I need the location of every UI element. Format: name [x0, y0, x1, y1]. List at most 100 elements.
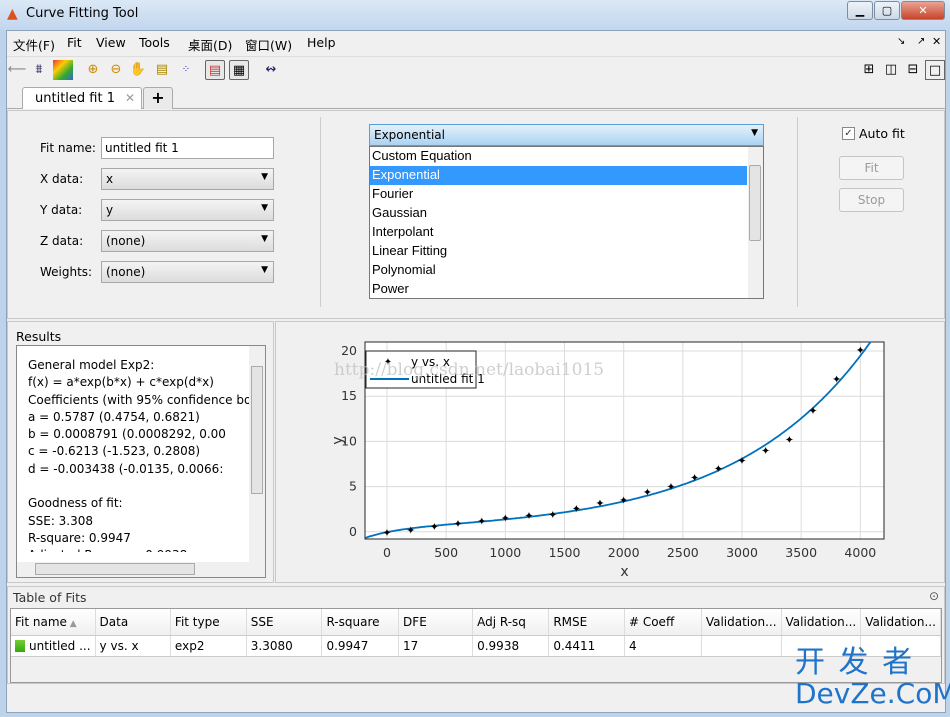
column-header[interactable]: Fit type [170, 609, 247, 636]
data-cursor-add-icon[interactable]: ▤ [152, 60, 172, 80]
results-textbox[interactable]: General model Exp2: f(x) = a*exp(b*x) + … [16, 345, 266, 578]
minimize-button[interactable]: ▁ [847, 1, 873, 20]
menu-desktop[interactable]: 桌面(D) [188, 35, 232, 54]
logo-line2: DevZe.CoM [795, 677, 950, 710]
scrollbar-thumb[interactable] [35, 563, 195, 575]
layout-2x2-icon[interactable]: ⊞ [859, 60, 879, 80]
data-point: ✦ [406, 524, 415, 537]
fit-name-input[interactable]: untitled fit 1 [101, 137, 274, 159]
column-header[interactable]: R-square [321, 609, 400, 636]
fit-plot[interactable]: 0 500 1000 1500 2000 2500 3000 3500 400005101520… [276, 322, 946, 584]
column-header-label: Adj R-sq [477, 614, 526, 629]
column-header[interactable]: Validation... [701, 609, 782, 636]
layout-horizontal-icon[interactable]: ⊟ [903, 60, 923, 80]
legend-icon[interactable]: ▤ [205, 60, 225, 80]
weights-label: Weights: [40, 265, 93, 279]
data-point: ✦ [548, 509, 557, 522]
data-cursor-icon[interactable]: ⟵ [7, 60, 27, 80]
column-header[interactable]: Fit name ▲ [11, 609, 96, 636]
cell-value: 0.4411 [553, 638, 596, 653]
auto-fit-checkbox[interactable]: ✓ [842, 127, 855, 140]
column-header[interactable]: Validation... [781, 609, 862, 636]
table-cell: y vs. x [95, 635, 171, 657]
weights-select[interactable]: (none) ▼ [101, 261, 274, 283]
tab-untitled-fit-1[interactable]: untitled fit 1 ✕ [22, 87, 142, 109]
divider [797, 117, 798, 307]
pan-icon[interactable]: ✋ [128, 60, 148, 80]
data-point: ✦ [595, 497, 604, 510]
exclusion-icon[interactable]: ⁘ [176, 60, 196, 80]
fit-settings-panel: Fit name: untitled fit 1 X data: x ▼ Y da… [7, 110, 945, 319]
x-tick-label: 4000 [844, 545, 876, 560]
data-point: ✦ [382, 527, 391, 540]
maximize-button[interactable]: ▢ [874, 1, 900, 20]
fit-type-option[interactable]: Fourier [370, 185, 747, 204]
panel-menu-icon[interactable]: ⊙ [929, 589, 939, 603]
results-panel: Results General model Exp2: f(x) = a*exp… [7, 321, 274, 583]
close-doc-icon[interactable]: ✕ [932, 35, 941, 48]
list-scrollbar[interactable] [748, 147, 763, 298]
zoom-out-icon[interactable]: ⊖ [106, 60, 126, 80]
menu-file[interactable]: 文件(F) [13, 35, 55, 54]
dock-icon[interactable]: ↗ [917, 36, 925, 47]
vertical-scrollbar[interactable] [249, 346, 265, 562]
add-tab-button[interactable]: + [143, 87, 173, 109]
table-cell: 0.9947 [321, 635, 400, 657]
column-header[interactable]: Validation... [860, 609, 941, 636]
zoom-in-icon[interactable]: ⊕ [83, 60, 103, 80]
menu-tools[interactable]: Tools [139, 35, 170, 50]
stop-button[interactable]: Stop [839, 188, 904, 212]
grid-icon[interactable]: ▦ [229, 60, 249, 80]
results-line [28, 479, 250, 496]
cell-value: 17 [403, 638, 419, 653]
title-bar: ▲ Curve Fitting Tool ▁ ▢ ✕ [0, 0, 950, 30]
close-button[interactable]: ✕ [901, 1, 945, 20]
fit-type-option[interactable]: Exponential [370, 166, 747, 185]
column-header[interactable]: DFE [398, 609, 474, 636]
horizontal-scrollbar[interactable] [17, 562, 265, 577]
fit-button[interactable]: Fit [839, 156, 904, 180]
x-data-label: X data: [40, 172, 84, 186]
cell-value: 0.9938 [477, 638, 520, 653]
column-header[interactable]: SSE [246, 609, 323, 636]
fit-type-select[interactable]: Exponential ▼ [369, 124, 764, 146]
data-point: ✦ [785, 434, 794, 447]
z-data-select[interactable]: (none) ▼ [101, 230, 274, 252]
column-header-label: Validation... [865, 614, 936, 629]
column-header[interactable]: Adj R-sq [472, 609, 550, 636]
cell-value: 4 [628, 638, 637, 653]
column-header[interactable]: # Coeff [624, 609, 702, 636]
fit-type-option[interactable]: Polynomial [370, 261, 747, 280]
fit-type-option[interactable]: Interpolant [370, 223, 747, 242]
scrollbar-thumb[interactable] [749, 165, 761, 241]
table-title: Table of Fits [13, 590, 87, 605]
scrollbar-thumb[interactable] [251, 366, 263, 494]
table-cell: 0.9938 [472, 635, 550, 657]
layout-single-icon[interactable]: □ [925, 60, 945, 80]
column-header[interactable]: RMSE [548, 609, 625, 636]
layout-vertical-icon[interactable]: ◫ [881, 60, 901, 80]
fit-type-option[interactable]: Power [370, 280, 747, 299]
menu-window[interactable]: 窗口(W) [245, 35, 292, 54]
cell-value: y vs. x [99, 638, 139, 653]
cell-value: exp2 [174, 638, 205, 653]
menu-fit[interactable]: Fit [67, 35, 82, 50]
column-header-label: Data [99, 614, 129, 629]
x-data-select[interactable]: x ▼ [101, 168, 274, 190]
column-header-label: SSE [250, 614, 274, 629]
undock-icon[interactable]: ↘ [897, 36, 905, 47]
x-tick-label: 0 [383, 545, 391, 560]
prediction-bounds-icon[interactable]: ↭ [261, 60, 281, 80]
fit-type-option[interactable]: Gaussian [370, 204, 747, 223]
fit-type-option[interactable]: Custom Equation [370, 147, 747, 166]
close-tab-icon[interactable]: ✕ [125, 91, 135, 105]
menu-help[interactable]: Help [307, 35, 336, 50]
fit-type-option[interactable]: Linear Fitting [370, 242, 747, 261]
results-line: a = 0.5787 (0.4754, 0.6821) [28, 409, 200, 424]
results-line: Coefficients (with 95% confidence bou [28, 392, 250, 407]
residuals-icon[interactable] [53, 60, 73, 80]
column-header[interactable]: Data [95, 609, 171, 636]
exclude-outliers-icon[interactable]: ⩩ [29, 60, 49, 80]
menu-view[interactable]: View [96, 35, 126, 50]
y-data-select[interactable]: y ▼ [101, 199, 274, 221]
